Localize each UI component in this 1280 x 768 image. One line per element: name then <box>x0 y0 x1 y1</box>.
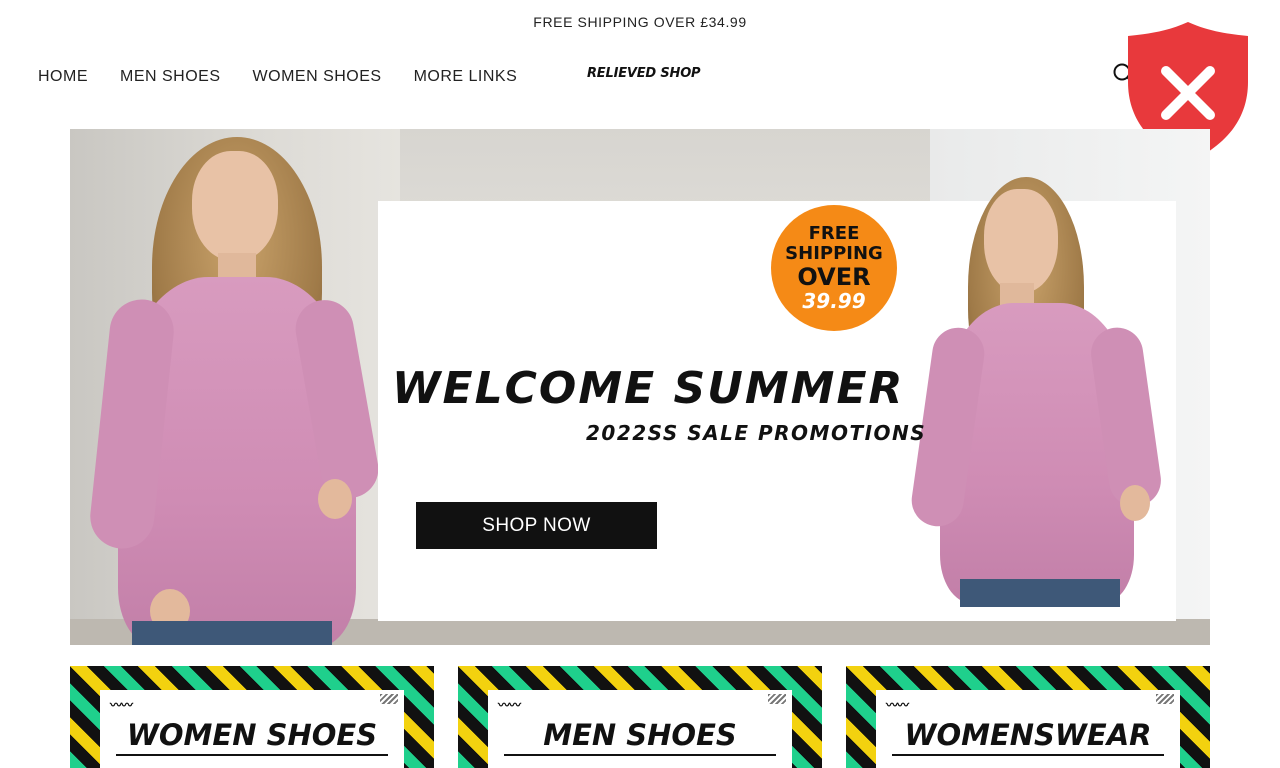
shop-now-button[interactable]: SHOP NOW <box>416 502 657 549</box>
site-logo[interactable]: RELIEVED SHOP <box>587 66 701 81</box>
nav-item-more-links[interactable]: MORE LINKS <box>414 68 518 86</box>
nav-item-women-shoes[interactable]: WOMEN SHOES <box>253 68 382 86</box>
category-tile-women-shoes[interactable]: 〰〰 WOMEN SHOES <box>70 666 434 768</box>
squiggle-icon: 〰〰 <box>110 698 133 712</box>
category-label: MEN SHOES <box>543 718 737 752</box>
hatch-icon <box>768 694 786 704</box>
squiggle-icon: 〰〰 <box>886 698 909 712</box>
category-tile-men-shoes[interactable]: 〰〰 MEN SHOES <box>458 666 822 768</box>
badge-line-1: FREE <box>808 223 860 244</box>
badge-line-3: OVER <box>797 263 871 291</box>
category-tile-womenswear[interactable]: 〰〰 WOMENSWEAR <box>846 666 1210 768</box>
badge-line-4: 39.99 <box>802 289 866 313</box>
label-underline <box>116 754 388 756</box>
hero-banner[interactable]: FREE SHIPPING OVER 39.99 WELCOME SUMMER … <box>70 129 1210 645</box>
hatch-icon <box>1156 694 1174 704</box>
announcement-bar: FREE SHIPPING OVER £34.99 <box>0 0 1280 44</box>
free-shipping-badge: FREE SHIPPING OVER 39.99 <box>771 205 897 331</box>
hero-subhead: 2022SS SALE PROMOTIONS <box>586 421 927 445</box>
model-photo-left <box>70 129 390 645</box>
category-label: WOMEN SHOES <box>126 718 378 752</box>
hatch-icon <box>380 694 398 704</box>
squiggle-icon: 〰〰 <box>498 698 521 712</box>
model-photo-right <box>880 177 1170 607</box>
announcement-text: FREE SHIPPING OVER £34.99 <box>533 14 747 30</box>
badge-line-2: SHIPPING <box>785 243 883 264</box>
label-underline <box>504 754 776 756</box>
label-underline <box>892 754 1164 756</box>
nav-item-men-shoes[interactable]: MEN SHOES <box>120 68 221 86</box>
hero-headline: WELCOME SUMMER <box>392 363 905 414</box>
category-label: WOMENSWEAR <box>904 718 1152 752</box>
main-nav: HOME MEN SHOES WOMEN SHOES MORE LINKS <box>38 64 549 90</box>
nav-item-home[interactable]: HOME <box>38 68 88 86</box>
